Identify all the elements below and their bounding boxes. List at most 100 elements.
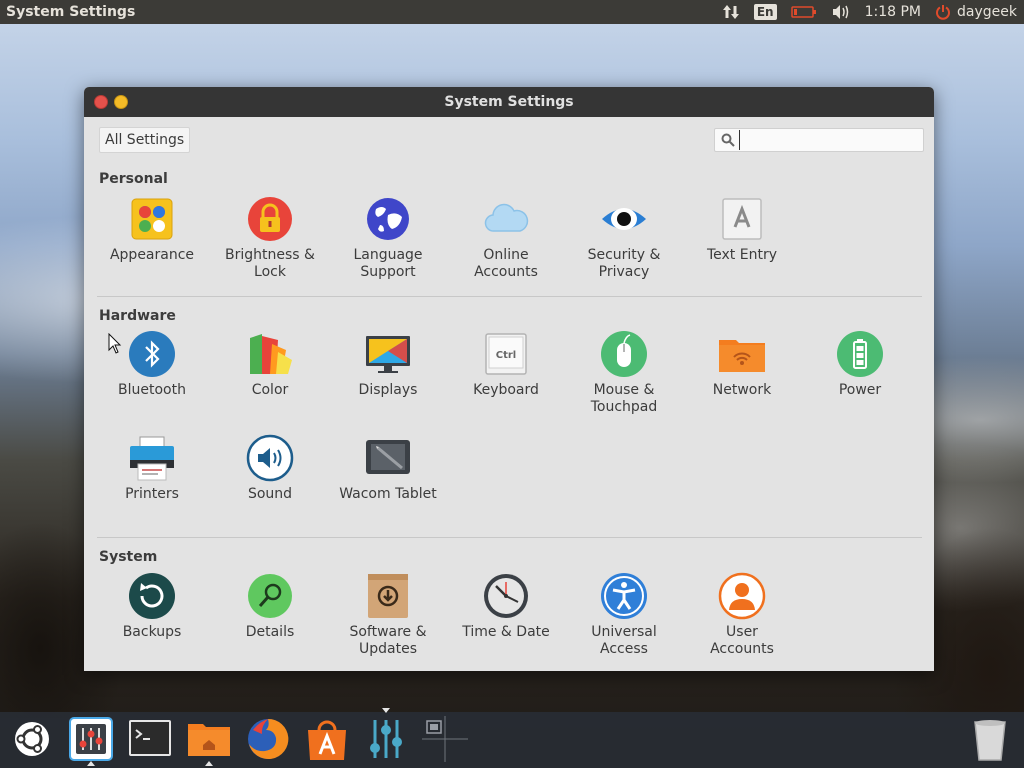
window-title: System Settings bbox=[444, 94, 574, 110]
settings-item-user-accounts[interactable]: User Accounts bbox=[683, 572, 801, 658]
settings-item-label: Wacom Tablet bbox=[339, 486, 437, 502]
settings-item-label-2: Touchpad bbox=[590, 399, 658, 415]
settings-item-security-privacy[interactable]: Security & Privacy bbox=[565, 195, 683, 281]
search-input[interactable] bbox=[739, 130, 919, 150]
clock[interactable]: 1:18 PM bbox=[858, 0, 928, 24]
window-close-button[interactable] bbox=[94, 95, 108, 109]
settings-item-text-entry[interactable]: Text Entry bbox=[683, 195, 801, 264]
settings-item-label: Bluetooth bbox=[118, 382, 186, 398]
settings-item-label: Text Entry bbox=[706, 247, 777, 263]
settings-item-wacom-tablet[interactable]: Wacom Tablet bbox=[329, 434, 447, 503]
launcher-workspace-switcher[interactable] bbox=[422, 716, 468, 762]
sound-icon bbox=[246, 434, 294, 482]
username-label: daygeek bbox=[957, 4, 1017, 20]
settings-item-label-2: Privacy bbox=[598, 264, 650, 280]
settings-item-language-support[interactable]: Language Support bbox=[329, 195, 447, 281]
launcher-system-settings[interactable] bbox=[68, 716, 114, 766]
settings-item-label-2: Accounts bbox=[710, 641, 774, 657]
security-eye-icon bbox=[602, 208, 646, 230]
settings-item-label: Universal bbox=[591, 624, 657, 640]
active-app-title: System Settings bbox=[6, 4, 136, 20]
ubuntu-dash-icon bbox=[15, 722, 49, 756]
keyboard-layout-indicator[interactable]: En bbox=[747, 0, 784, 24]
wacom-tablet-icon bbox=[366, 440, 410, 474]
settings-item-software-updates[interactable]: Software & Updates bbox=[329, 572, 447, 658]
settings-item-network[interactable]: Network bbox=[683, 330, 801, 399]
top-panel: System Settings En 1:18 PM daygeek bbox=[0, 0, 1024, 24]
settings-item-label-2: Support bbox=[360, 264, 416, 280]
settings-item-label: Brightness & bbox=[225, 247, 315, 263]
time-date-clock-icon bbox=[484, 574, 528, 618]
volume-icon[interactable] bbox=[824, 0, 858, 24]
section-divider bbox=[97, 537, 922, 538]
settings-item-color[interactable]: Color bbox=[211, 330, 329, 399]
bluetooth-icon bbox=[129, 331, 175, 377]
settings-item-online-accounts[interactable]: Online Accounts bbox=[447, 195, 565, 281]
settings-item-printers[interactable]: Printers bbox=[93, 434, 211, 503]
settings-item-label: Backups bbox=[122, 624, 182, 640]
section-title-system: System bbox=[99, 549, 158, 565]
settings-item-label-2: Accounts bbox=[474, 264, 538, 280]
launcher-running-indicator bbox=[87, 761, 95, 766]
settings-item-label: Appearance bbox=[109, 247, 195, 263]
firefox-icon bbox=[248, 718, 289, 759]
all-settings-button[interactable]: All Settings bbox=[99, 127, 191, 153]
settings-item-label: Network bbox=[712, 382, 772, 398]
settings-item-details[interactable]: Details bbox=[211, 572, 329, 641]
brightness-lock-icon bbox=[248, 197, 292, 241]
battery-icon[interactable] bbox=[784, 0, 824, 24]
launcher-running-indicator bbox=[205, 761, 213, 766]
launcher-dock bbox=[0, 708, 1024, 768]
appearance-icon bbox=[131, 198, 173, 240]
window-minimize-button[interactable] bbox=[114, 95, 128, 109]
session-menu[interactable]: daygeek bbox=[928, 0, 1024, 24]
settings-item-brightness-lock[interactable]: Brightness & Lock bbox=[211, 195, 329, 281]
launcher-trash[interactable] bbox=[967, 716, 1013, 762]
window-toolbar: All Settings bbox=[84, 117, 934, 159]
launcher-mixer[interactable] bbox=[363, 708, 409, 762]
settings-item-displays[interactable]: Displays bbox=[329, 330, 447, 399]
search-icon bbox=[721, 133, 735, 147]
mixer-settings-icon bbox=[370, 720, 402, 758]
launcher-ubuntu-dash[interactable] bbox=[9, 716, 55, 762]
system-settings-window: System Settings All Settings Personal Ap… bbox=[84, 87, 934, 671]
keyboard-layout-badge: En bbox=[753, 4, 777, 20]
displays-icon bbox=[366, 336, 410, 373]
settings-item-mouse-touchpad[interactable]: Mouse & Touchpad bbox=[565, 330, 683, 416]
launcher-terminal[interactable] bbox=[127, 716, 173, 762]
section-title-hardware: Hardware bbox=[99, 308, 176, 324]
section-title-personal: Personal bbox=[99, 171, 168, 187]
search-box[interactable] bbox=[714, 128, 924, 152]
text-entry-icon bbox=[722, 198, 762, 240]
network-updown-icon[interactable] bbox=[715, 0, 747, 24]
settings-item-appearance[interactable]: Appearance bbox=[93, 195, 211, 264]
settings-item-backups[interactable]: Backups bbox=[93, 572, 211, 641]
software-updates-icon bbox=[368, 574, 408, 618]
settings-item-keyboard[interactable]: Ctrl Keyboard bbox=[447, 330, 565, 399]
launcher-files[interactable] bbox=[186, 716, 232, 766]
keyboard-key-text: Ctrl bbox=[496, 350, 516, 361]
power-icon bbox=[936, 5, 950, 20]
settings-item-label: Software & bbox=[349, 624, 427, 640]
window-titlebar[interactable]: System Settings bbox=[84, 87, 934, 117]
files-folder-icon bbox=[188, 724, 230, 756]
details-icon bbox=[248, 574, 292, 618]
settings-item-universal-access[interactable]: Universal Access bbox=[565, 572, 683, 658]
launcher-running-indicator bbox=[382, 708, 390, 713]
user-accounts-icon bbox=[718, 572, 766, 620]
settings-item-label: Displays bbox=[358, 382, 418, 398]
settings-item-power[interactable]: Power bbox=[801, 330, 919, 399]
indicator-area: En 1:18 PM daygeek bbox=[715, 0, 1024, 24]
settings-item-label: Details bbox=[245, 624, 295, 640]
keyboard-icon: Ctrl bbox=[485, 333, 527, 375]
settings-item-time-date[interactable]: Time & Date bbox=[447, 572, 565, 641]
power-battery-icon bbox=[837, 331, 883, 377]
printer-icon bbox=[130, 436, 174, 481]
launcher-firefox[interactable] bbox=[245, 716, 291, 762]
launcher-software-center[interactable] bbox=[304, 716, 350, 762]
settings-item-label: Mouse & bbox=[593, 382, 655, 398]
settings-item-label: Sound bbox=[247, 486, 293, 502]
mouse-icon bbox=[601, 331, 647, 377]
settings-item-sound[interactable]: Sound bbox=[211, 434, 329, 503]
backups-icon bbox=[129, 573, 175, 619]
